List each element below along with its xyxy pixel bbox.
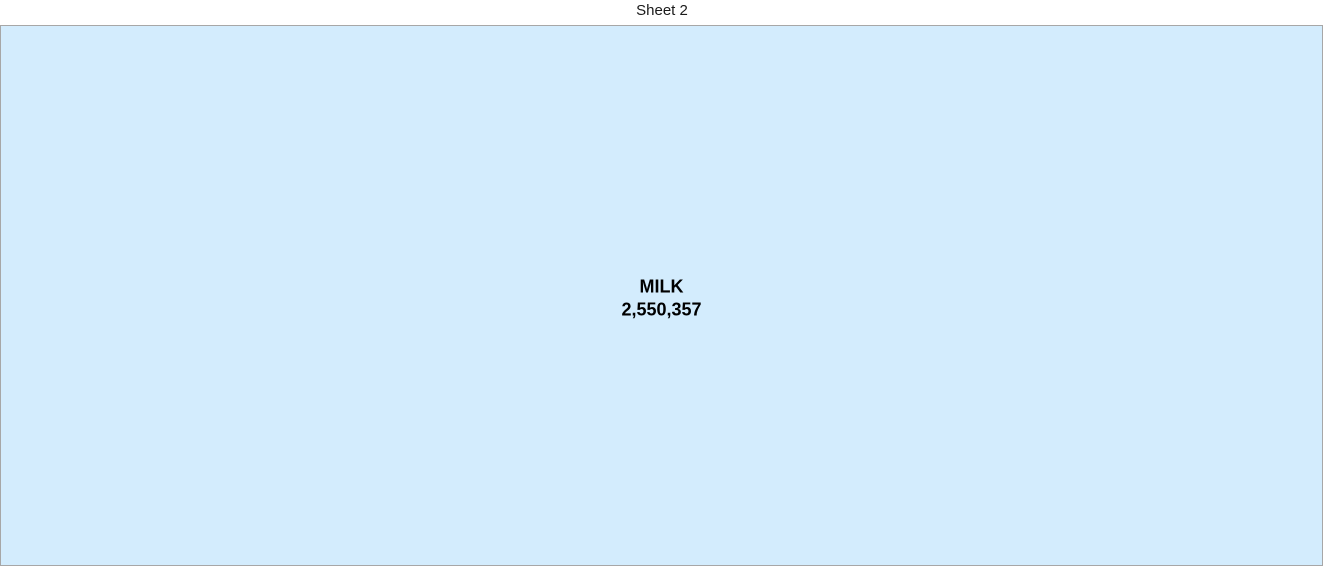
sheet-title: Sheet 2 (636, 2, 688, 19)
treemap-svg: MILK 2,550,357 (0, 25, 1323, 566)
treemap-tile-label: MILK (640, 277, 684, 297)
treemap-chart: MILK 2,550,357 (0, 25, 1323, 566)
treemap-tile-value: 2,550,357 (621, 300, 701, 320)
